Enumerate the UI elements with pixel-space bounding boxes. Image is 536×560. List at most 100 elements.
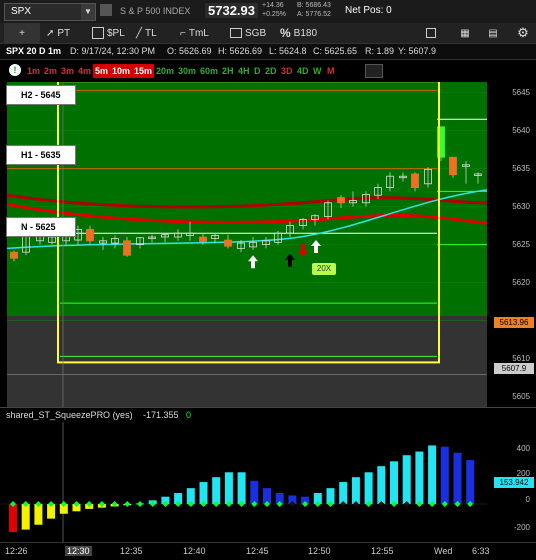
info-high: H: 5626.69 xyxy=(218,46,263,56)
candle-body xyxy=(337,197,345,204)
histogram-bar xyxy=(199,482,208,504)
pointer-tool-button[interactable]: ➚ PT xyxy=(46,23,70,43)
prev-price-value: 5607.9 xyxy=(501,364,527,373)
instrument-name: S & P 500 INDEX xyxy=(120,6,191,16)
price-tick: 5625 xyxy=(512,239,530,249)
signal-label-20x: 20X xyxy=(312,263,336,275)
histogram-bar xyxy=(224,472,233,504)
change-value: +14.36 xyxy=(262,2,284,9)
histogram-bar xyxy=(402,455,411,504)
price-tick: 5635 xyxy=(512,163,530,173)
gear-icon: ⚙ xyxy=(517,25,529,40)
timeframe-30m[interactable]: 30m xyxy=(176,64,198,78)
ohlc-info-bar: SPX 20 D 1m D: 9/17/24, 12:30 PM O: 5626… xyxy=(0,44,536,60)
squeeze-indicator-panel[interactable] xyxy=(0,422,536,542)
symbol-input[interactable]: SPX ▼ xyxy=(4,3,96,21)
indicator-value2: 0 xyxy=(186,410,192,420)
time-tick: 12:30 xyxy=(65,546,92,556)
timeframe-4H[interactable]: 4H xyxy=(236,64,252,78)
sgb-button[interactable]: SGB xyxy=(230,23,266,43)
timeframe-4m[interactable]: 4m xyxy=(76,64,93,78)
indicator-name: shared_ST_SqueezePRO (yes) xyxy=(6,410,133,420)
price-tick: 5630 xyxy=(512,201,530,211)
timeframe-3D[interactable]: 3D xyxy=(279,64,295,78)
info-low: L: 5624.8 xyxy=(269,46,307,56)
grid-layout-icon: ▦ xyxy=(460,27,470,39)
timeframe-2H[interactable]: 2H xyxy=(220,64,236,78)
price-chart[interactable] xyxy=(0,82,536,407)
timeframe-4D[interactable]: 4D xyxy=(295,64,311,78)
histogram-bar xyxy=(364,472,373,504)
last-price: 5732.93 xyxy=(205,3,258,18)
sgb-label: SGB xyxy=(245,27,267,39)
b180-button[interactable]: % B180 xyxy=(280,23,317,43)
settings-circle-icon[interactable]: ! xyxy=(9,64,21,76)
candle-body xyxy=(449,156,457,176)
timeframe-D[interactable]: D xyxy=(252,64,263,78)
single-layout-button[interactable] xyxy=(420,23,442,43)
histogram-bar xyxy=(453,452,462,504)
indicator-header: shared_ST_SqueezePRO (yes) -171.355 0 xyxy=(0,407,536,423)
timeframe-5m[interactable]: 5m xyxy=(93,64,111,78)
candle-body xyxy=(123,240,131,256)
indicator-tick: 0 xyxy=(525,495,530,504)
timeframe-M[interactable]: M xyxy=(325,64,337,78)
square-icon xyxy=(426,28,436,38)
indicator-current-box: 153.942 xyxy=(494,477,534,488)
time-tick: 12:35 xyxy=(120,546,143,556)
signal-text: 20X xyxy=(316,264,332,273)
top-toolbar: SPX ▼ S & P 500 INDEX 5732.93 +14.36 +0.… xyxy=(0,0,536,23)
chart-title: SPX 20 D 1m xyxy=(6,46,62,56)
timeline-icon: ⌐ xyxy=(180,27,186,39)
level-tag-n: N - 5625 xyxy=(6,217,76,237)
level-tag-h1: H1 - 5635 xyxy=(6,145,76,165)
timeframe-1m[interactable]: 1m xyxy=(25,64,42,78)
trendline-button[interactable]: ╱ TL xyxy=(136,23,157,43)
crosshair-icon: + xyxy=(19,27,25,39)
candle-body xyxy=(411,173,419,188)
time-tick: 12:40 xyxy=(183,546,206,556)
timeframe-expand-icon[interactable] xyxy=(365,64,383,78)
timeframe-W[interactable]: W xyxy=(311,64,324,78)
pl-icon xyxy=(92,27,104,39)
timeframe-2D[interactable]: 2D xyxy=(263,64,279,78)
timeframe-20m[interactable]: 20m xyxy=(154,64,176,78)
candle-body xyxy=(199,236,207,242)
indicator-tick: -200 xyxy=(513,523,530,532)
pl-tool-button[interactable]: $PL xyxy=(92,23,125,43)
settings-button[interactable]: ⚙ xyxy=(512,23,534,43)
timeframe-15m[interactable]: 15m xyxy=(132,64,155,78)
rectangle-icon xyxy=(230,28,242,38)
histogram-bar xyxy=(339,482,348,504)
info-open: O: 5626.69 xyxy=(167,46,212,56)
histogram-bar xyxy=(351,477,360,504)
histogram-bar xyxy=(377,466,386,504)
histogram-bar xyxy=(237,472,246,504)
crosshair-button[interactable]: + xyxy=(4,23,40,43)
tml-label: TmL xyxy=(188,27,209,39)
timeframe-60m[interactable]: 60m xyxy=(198,64,220,78)
time-tick: 6:33 xyxy=(472,546,490,556)
timeline-button[interactable]: ⌐ TmL xyxy=(180,23,209,43)
current-price-box: 5613.96 xyxy=(494,317,534,328)
histogram-bar xyxy=(212,477,221,504)
histogram-bar xyxy=(415,451,424,504)
level-h2-label: H2 - 5645 xyxy=(21,90,61,100)
timeframe-3m[interactable]: 3m xyxy=(59,64,76,78)
symbol-text: SPX xyxy=(11,6,32,17)
bid-value: B: 5686.43 xyxy=(297,2,331,9)
level-n-label: N - 5625 xyxy=(21,222,56,232)
drawing-toolbar: + ➚ PT $PL ╱ TL ⌐ TmL SGB % B180 ▦ ▤ ⚙ xyxy=(0,23,536,44)
indicator-current-value: 153.942 xyxy=(499,478,529,487)
grid-layout-button[interactable]: ▦ xyxy=(454,23,476,43)
info-y: Y: 5607.9 xyxy=(398,46,437,56)
ask-value: A: 5776.52 xyxy=(297,11,331,18)
chevron-down-icon[interactable]: ▼ xyxy=(81,4,95,20)
grid-icon[interactable] xyxy=(100,4,112,16)
histogram-bar xyxy=(9,504,17,533)
indicators-button[interactable]: ▤ xyxy=(482,23,504,43)
histogram-bar xyxy=(466,460,475,504)
percent-icon: % xyxy=(280,26,291,40)
timeframe-10m[interactable]: 10m xyxy=(110,64,133,78)
timeframe-2m[interactable]: 2m xyxy=(42,64,59,78)
